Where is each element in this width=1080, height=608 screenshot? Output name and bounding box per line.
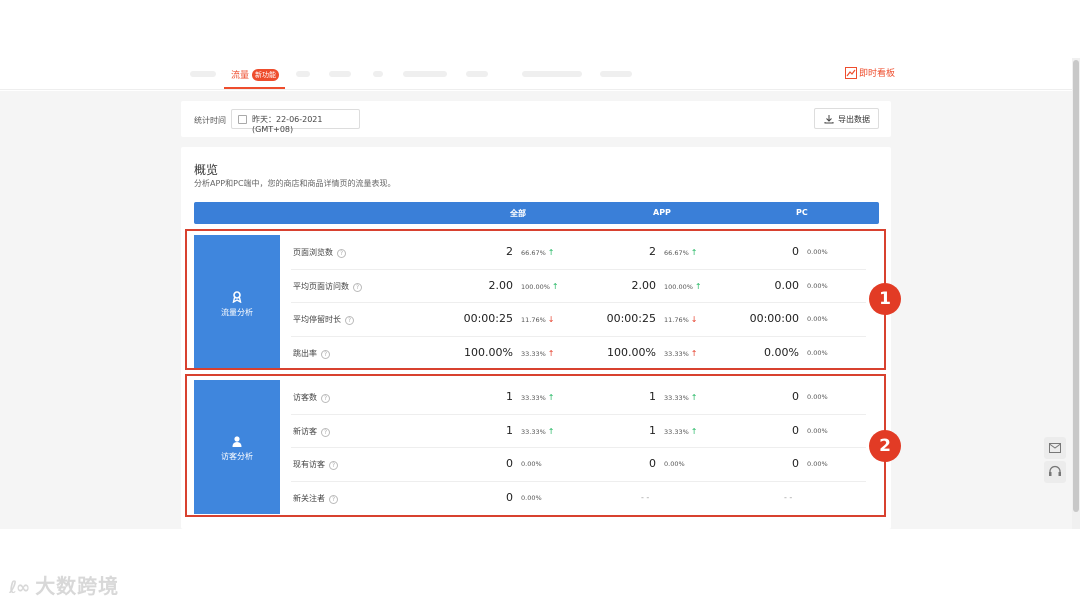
calendar-icon xyxy=(238,115,247,124)
annotation-badge-2: 2 xyxy=(869,430,901,462)
date-picker[interactable]: 昨天：22-06-2021 (GMT+08) xyxy=(231,109,360,134)
watermark-text: 大数跨境 xyxy=(35,574,120,598)
table-header: 全部 APP PC xyxy=(194,202,879,224)
trend-chart-icon xyxy=(845,67,857,79)
nav-tab-placeholder[interactable] xyxy=(190,71,216,77)
nav-tab-placeholder[interactable] xyxy=(329,71,351,77)
nav-tab-placeholder[interactable] xyxy=(403,71,447,77)
realtime-label: 即时看板 xyxy=(859,69,896,79)
support-button[interactable] xyxy=(1044,461,1066,483)
headset-icon xyxy=(1049,465,1061,476)
nav-tab-placeholder[interactable] xyxy=(522,71,582,77)
col-header-pc: PC xyxy=(796,208,808,217)
nav-tab-placeholder[interactable] xyxy=(466,71,488,77)
scrollbar-thumb[interactable] xyxy=(1073,60,1079,512)
active-tab-indicator xyxy=(224,87,285,89)
annotation-box-2 xyxy=(185,374,886,517)
watermark: ℓ∞ 大数跨境 xyxy=(9,570,119,599)
date-value: 昨天：22-06-2021 (GMT+08) xyxy=(252,115,323,134)
overview-title: 概览 xyxy=(194,163,219,177)
nav-tab-placeholder[interactable] xyxy=(600,71,632,77)
new-feature-badge: 新功能 xyxy=(252,69,280,81)
message-button[interactable] xyxy=(1044,437,1066,459)
export-data-button[interactable]: 导出数据 xyxy=(814,108,879,129)
stat-time-label: 统计时间 xyxy=(194,116,226,125)
tab-traffic-label: 流量 xyxy=(231,71,250,81)
col-header-all: 全部 xyxy=(510,209,526,218)
top-nav: 流量 新功能 即时看板 xyxy=(0,58,1072,90)
nav-tab-placeholder[interactable] xyxy=(296,71,310,77)
annotation-box-1 xyxy=(185,229,886,370)
message-icon xyxy=(1049,443,1061,453)
annotation-badge-1: 1 xyxy=(869,283,901,315)
watermark-logo-icon: ℓ∞ xyxy=(9,578,30,598)
nav-tab-placeholder[interactable] xyxy=(373,71,383,77)
overview-subtitle: 分析APP和PC端中，您的商店和商品详情页的流量表现。 xyxy=(194,179,396,188)
filter-card: 统计时间 昨天：22-06-2021 (GMT+08) 导出数据 xyxy=(181,101,891,137)
col-header-app: APP xyxy=(653,208,671,217)
app-screen: 流量 新功能 即时看板 统计时间 昨天：22-06-2021 (GMT+08) 导… xyxy=(0,0,1080,608)
download-icon xyxy=(824,115,834,124)
export-label: 导出数据 xyxy=(838,115,870,124)
tab-traffic[interactable]: 流量 新功能 xyxy=(231,68,280,81)
realtime-dashboard-link[interactable]: 即时看板 xyxy=(845,66,895,79)
